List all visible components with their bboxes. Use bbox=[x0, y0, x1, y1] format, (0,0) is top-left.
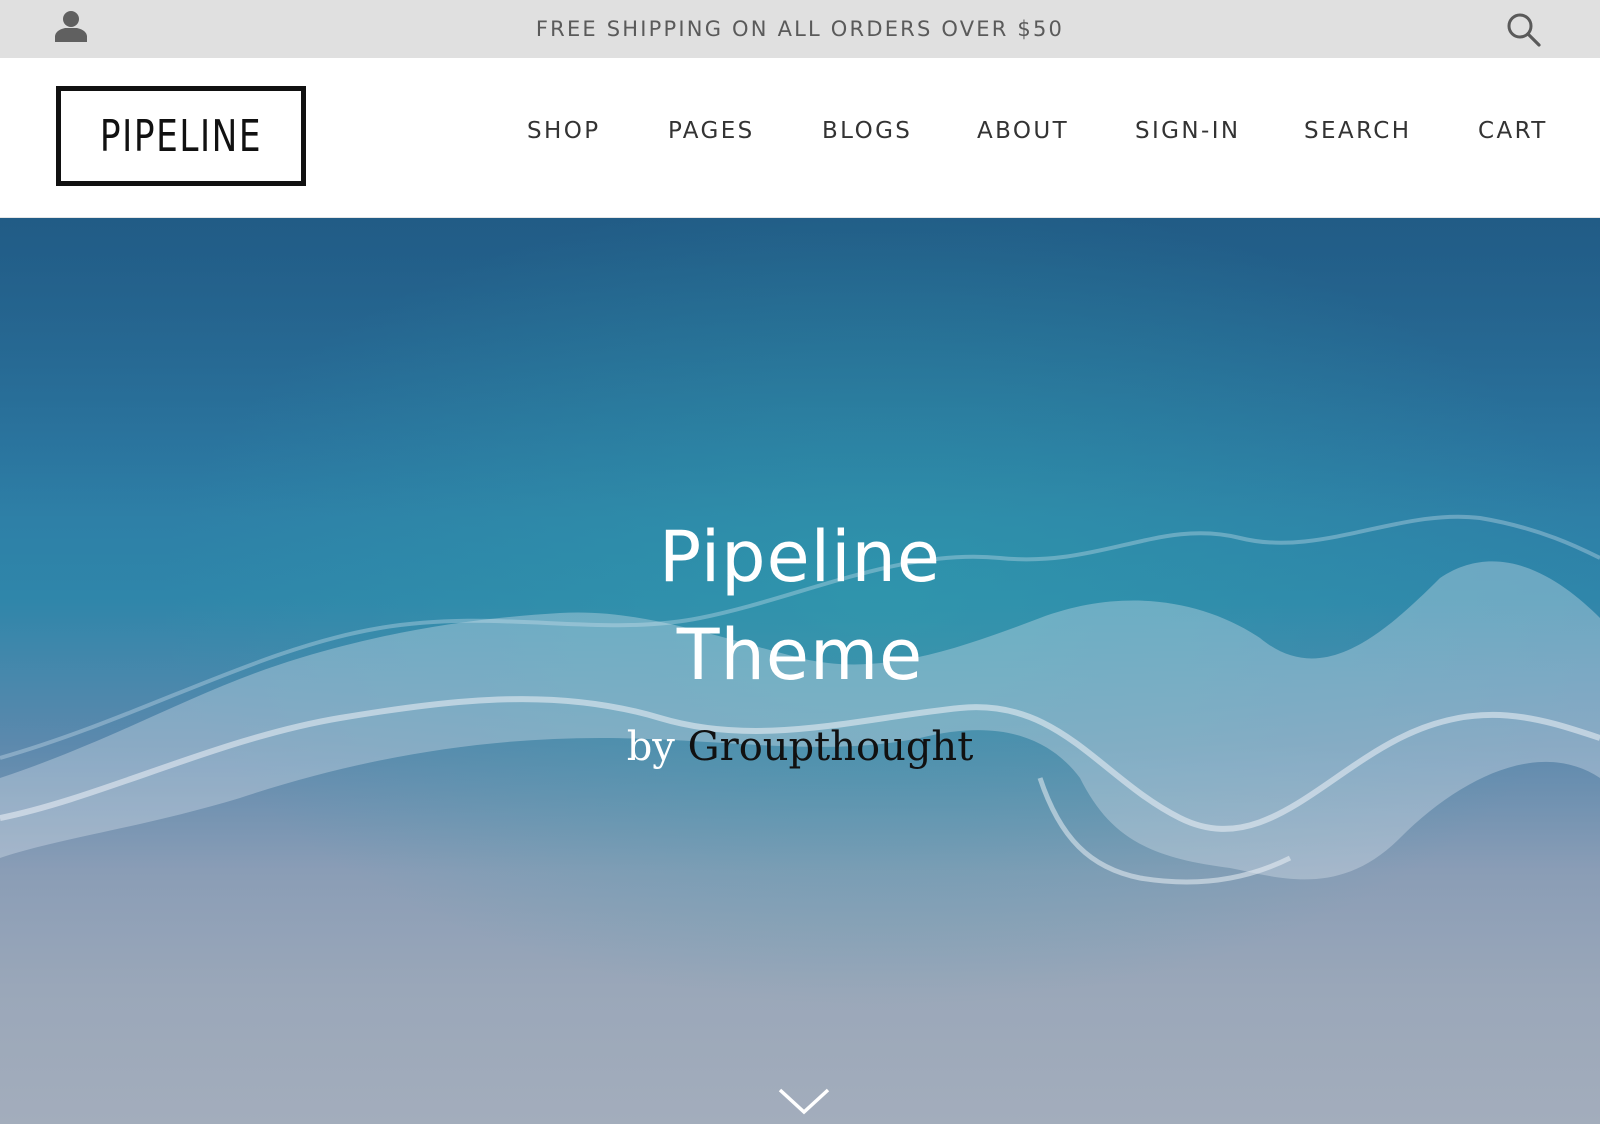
nav-blogs[interactable]: BLOGS bbox=[822, 118, 912, 144]
nav-pages[interactable]: PAGES bbox=[668, 118, 755, 144]
search-icon[interactable] bbox=[1506, 12, 1542, 48]
nav-search[interactable]: SEARCH bbox=[1304, 118, 1411, 144]
announcement-text: FREE SHIPPING ON ALL ORDERS OVER $50 bbox=[535, 17, 1065, 41]
announcement-bar: FREE SHIPPING ON ALL ORDERS OVER $50 bbox=[0, 0, 1600, 58]
hero-subtitle-by: by bbox=[626, 724, 675, 770]
hero-title-line-1: Pipeline bbox=[659, 516, 941, 598]
chevron-down-icon[interactable] bbox=[776, 1086, 832, 1116]
nav-shop[interactable]: SHOP bbox=[527, 118, 600, 144]
hero-subtitle-author: Groupthought bbox=[687, 724, 974, 770]
nav-sign-in[interactable]: SIGN-IN bbox=[1135, 118, 1241, 144]
page: FREE SHIPPING ON ALL ORDERS OVER $50 PIP… bbox=[0, 0, 1600, 1124]
hero-banner: Pipeline Theme by Groupthought bbox=[0, 218, 1600, 1124]
site-header: PIPELINE SHOP PAGES BLOGS ABOUT SIGN-IN … bbox=[0, 58, 1600, 218]
nav-about[interactable]: ABOUT bbox=[977, 118, 1069, 144]
hero-title-line-2: Theme bbox=[676, 614, 924, 696]
person-icon[interactable] bbox=[52, 9, 92, 43]
hero-subtitle: by Groupthought bbox=[0, 724, 1600, 770]
main-nav: SHOP PAGES BLOGS ABOUT SIGN-IN SEARCH CA… bbox=[0, 58, 1600, 214]
nav-cart[interactable]: CART bbox=[1478, 118, 1548, 144]
